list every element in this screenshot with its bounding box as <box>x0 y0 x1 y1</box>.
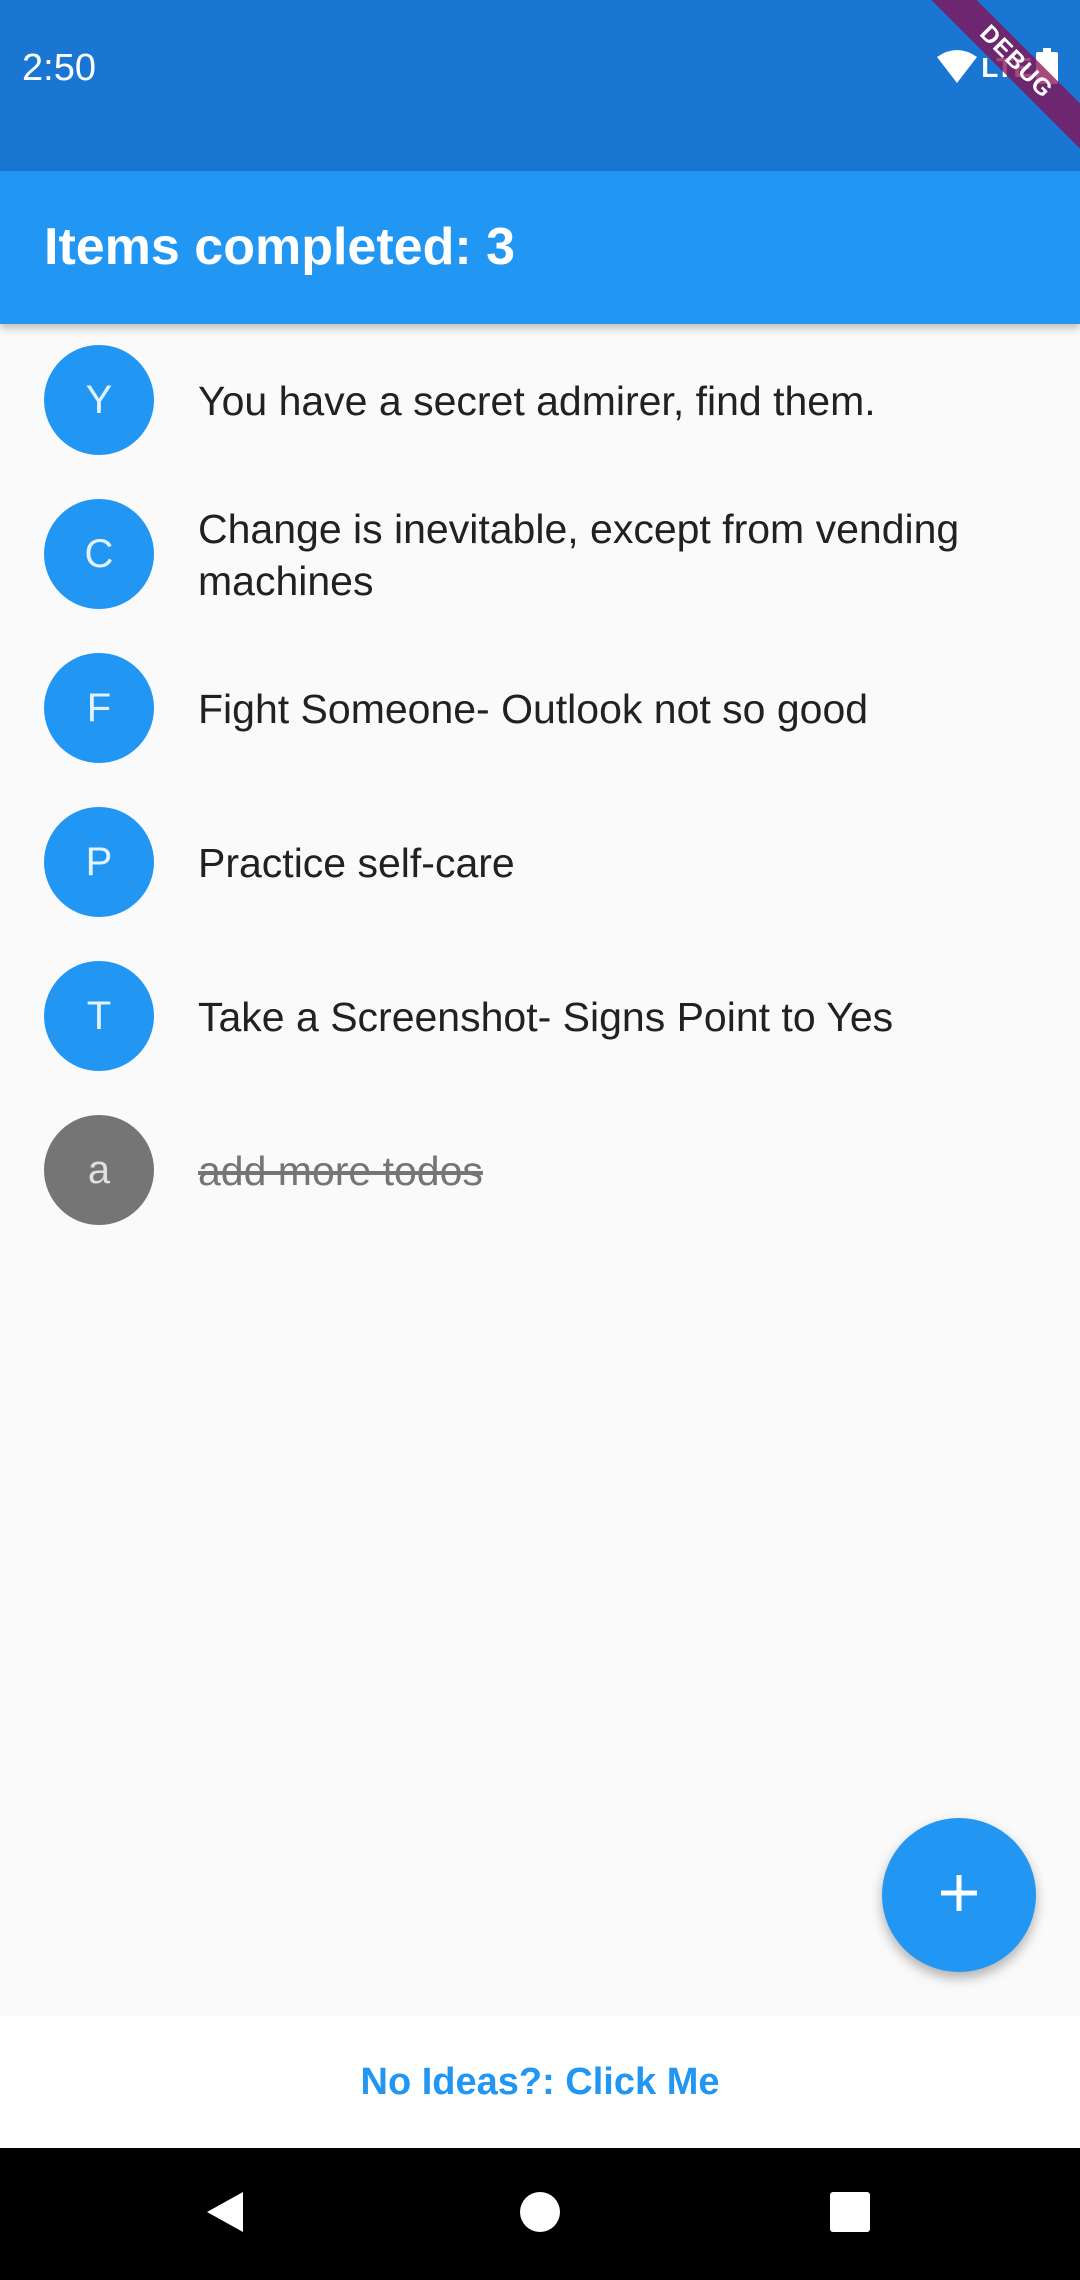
debug-banner-label: DEBUG <box>920 0 1080 160</box>
no-ideas-button[interactable]: No Ideas?: Click Me <box>0 2016 1080 2148</box>
list-item[interactable]: P Practice self-care <box>0 786 1080 940</box>
home-icon <box>519 2191 561 2238</box>
todo-text: Change is inevitable, except from vendin… <box>198 506 960 604</box>
add-todo-button[interactable] <box>882 1818 1036 1972</box>
todo-text: add more todos <box>198 1148 483 1194</box>
debug-banner: DEBUG <box>920 0 1080 160</box>
list-item[interactable]: Y You have a secret admirer, find them. <box>0 324 1080 478</box>
avatar: T <box>44 961 154 1071</box>
status-time: 2:50 <box>22 47 96 89</box>
back-button[interactable] <box>165 2148 285 2280</box>
list-item[interactable]: C Change is inevitable, except from vend… <box>0 478 1080 632</box>
list-item[interactable]: F Fight Someone- Outlook not so good <box>0 632 1080 786</box>
page-title: Items completed: 3 <box>44 218 516 276</box>
system-nav-bar <box>0 2148 1080 2280</box>
list-item[interactable]: T Take a Screenshot- Signs Point to Yes <box>0 940 1080 1094</box>
todo-text: Take a Screenshot- Signs Point to Yes <box>198 994 894 1040</box>
app-bar: Items completed: 3 <box>0 171 1080 324</box>
avatar: Y <box>44 345 154 455</box>
todo-text: Fight Someone- Outlook not so good <box>198 686 869 732</box>
avatar: F <box>44 653 154 763</box>
todo-text: Practice self-care <box>198 840 515 886</box>
avatar: a <box>44 1115 154 1225</box>
recents-icon <box>830 2191 870 2237</box>
avatar: C <box>44 499 154 609</box>
bottom-bar: No Ideas?: Click Me <box>0 2016 1080 2148</box>
home-button[interactable] <box>480 2148 600 2280</box>
recents-button[interactable] <box>790 2148 910 2280</box>
list-item-completed[interactable]: a add more todos <box>0 1094 1080 1248</box>
status-bar: 2:50 LTE <box>0 0 1080 171</box>
back-icon <box>205 2190 245 2239</box>
plus-icon <box>937 1871 981 1920</box>
todo-text: You have a secret admirer, find them. <box>198 378 876 424</box>
avatar: P <box>44 807 154 917</box>
